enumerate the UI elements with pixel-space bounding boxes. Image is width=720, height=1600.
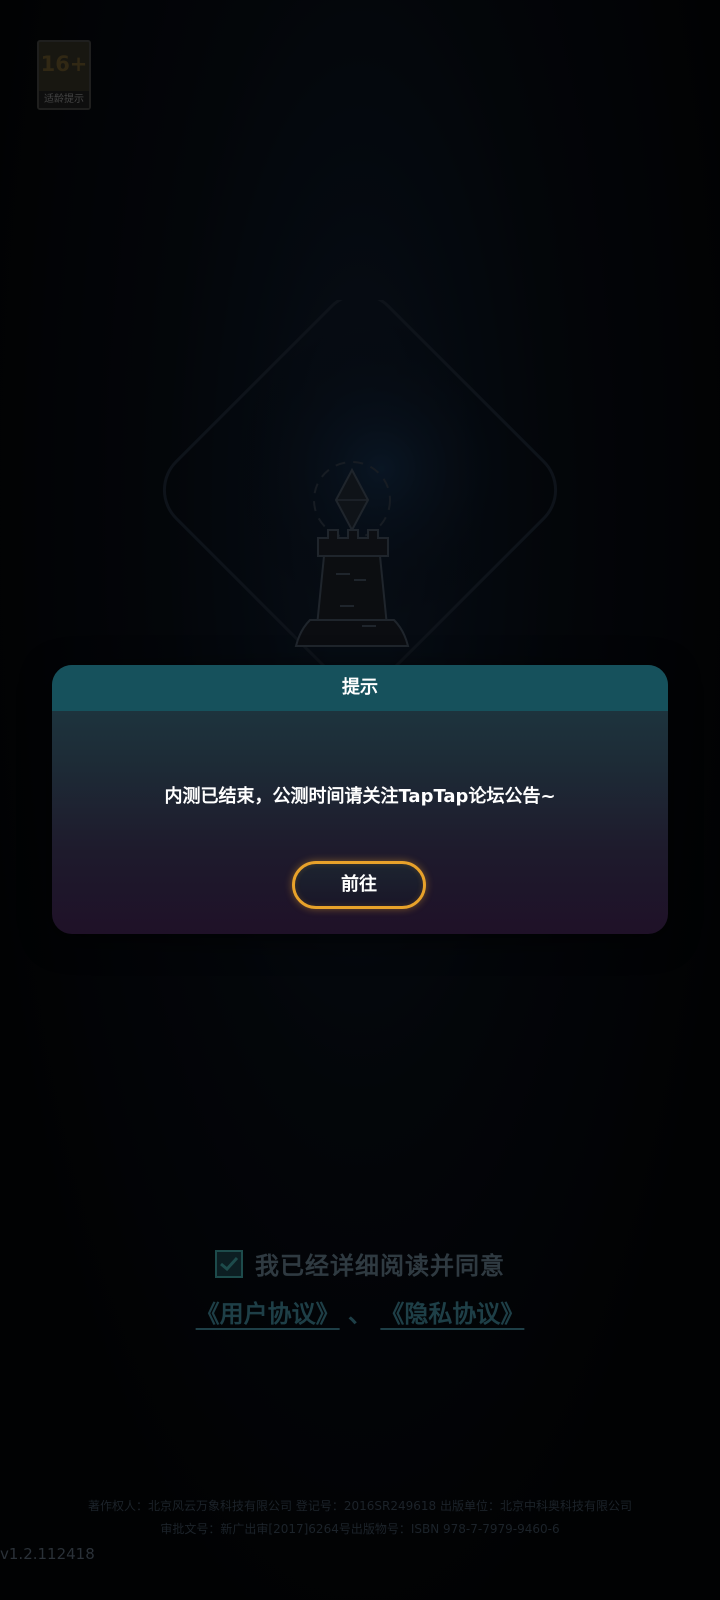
copyright-line: 著作权人：北京风云万象科技有限公司 登记号：2016SR249618 出版单位：… (88, 1499, 632, 1513)
launch-screen: 16+ 适龄提示 我已经详细阅读并同意 《用户协议》 、 《隐私协议》 著作权人… (0, 0, 720, 1600)
privacy-policy-link[interactable]: 《隐私协议》 (380, 1300, 524, 1328)
agreement-links: 《用户协议》 、 《隐私协议》 (0, 1294, 720, 1329)
approval-line: 审批文号：新广出审[2017]6264号出版物号：ISBN 978-7-7979… (160, 1522, 560, 1536)
checkmark-icon (220, 1256, 239, 1271)
go-button[interactable]: 前往 (292, 861, 426, 909)
agreement-row: 我已经详细阅读并同意 (0, 1246, 720, 1281)
notice-dialog: 提示 内测已结束，公测时间请关注TapTap论坛公告~ 前往 (52, 665, 668, 934)
agreement-checkbox[interactable] (215, 1249, 243, 1278)
version-label: v1.2.112418 (0, 1545, 95, 1563)
link-separator: 、 (348, 1300, 372, 1328)
agreement-text: 我已经详细阅读并同意 (255, 1252, 505, 1280)
dialog-title: 提示 (52, 665, 668, 711)
dialog-message: 内测已结束，公测时间请关注TapTap论坛公告~ (164, 786, 556, 807)
user-agreement-link[interactable]: 《用户协议》 (196, 1300, 340, 1328)
